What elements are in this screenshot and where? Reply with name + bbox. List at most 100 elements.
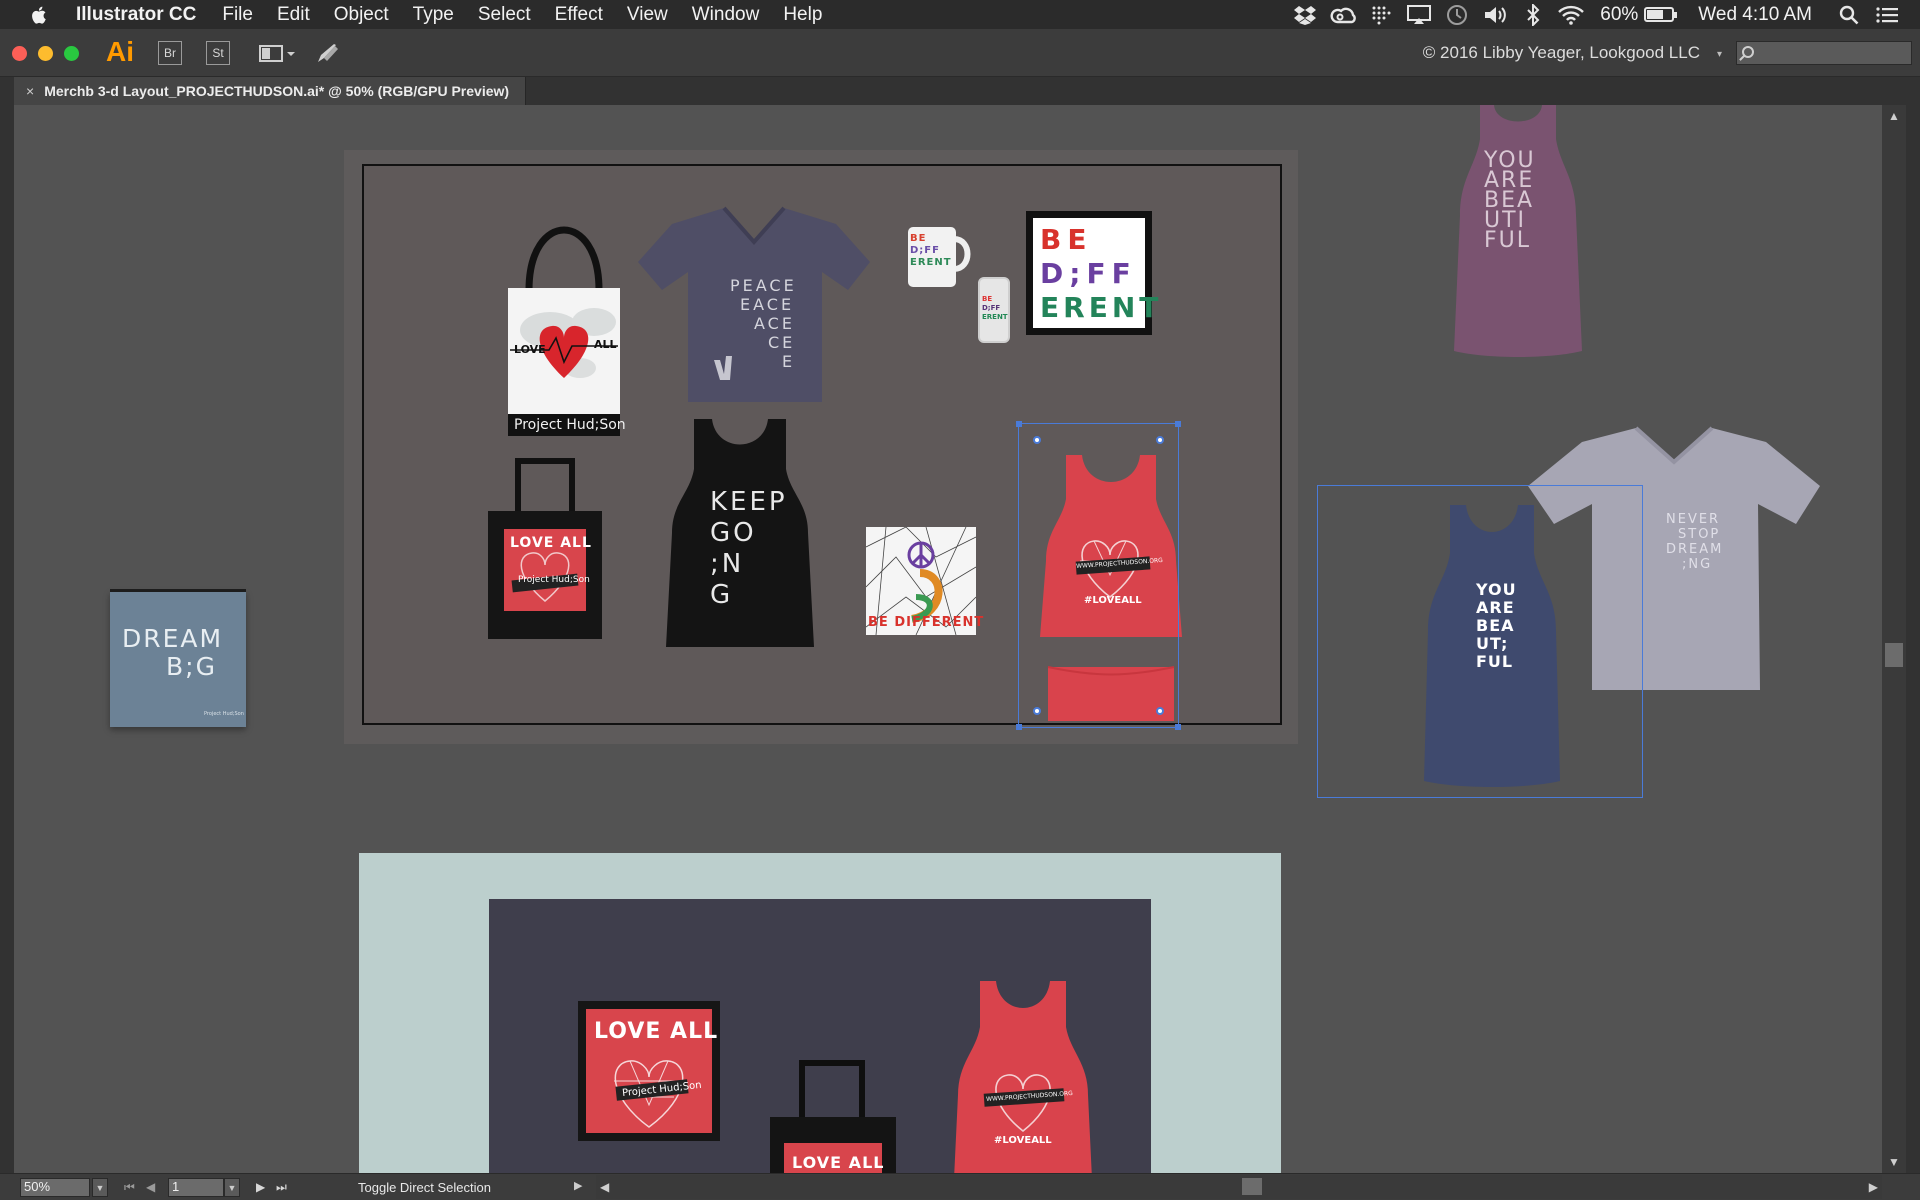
status-text[interactable]: Toggle Direct Selection [358, 1180, 491, 1195]
love-all-framed-poster[interactable]: LOVE ALL Project Hud;Son [578, 1001, 720, 1141]
grey-tee-line-1: NEVER [1666, 512, 1721, 527]
artboard-dropdown-icon[interactable]: ▼ [224, 1178, 240, 1197]
status-menu-area: 60% Wed 4:10 AM [1286, 0, 1920, 29]
workspace-dropdown-icon[interactable]: ▾ [1717, 49, 1722, 60]
wifi-icon[interactable] [1556, 4, 1586, 26]
minimize-window-button[interactable] [38, 46, 53, 61]
gpu-performance-button[interactable] [316, 41, 342, 65]
arrange-documents-button[interactable] [258, 41, 296, 65]
next-artboard-icon[interactable]: ▶ [256, 1180, 265, 1194]
horizontal-scroll-thumb[interactable] [1242, 1178, 1262, 1195]
you-are-beautiful-maroon-tank[interactable]: YOU ARE BEA UTI FUL [1450, 105, 1586, 359]
scroll-down-icon[interactable]: ▼ [1888, 1155, 1900, 1169]
maroon-tank-line-5: FUL [1484, 228, 1532, 253]
scroll-left-icon[interactable]: ◀ [600, 1180, 609, 1194]
dream-big-poster[interactable]: DREAM B;G Project Hud;Son [110, 589, 246, 727]
peace-v-neck-tee[interactable]: PEACE EACE ACE CE E [636, 202, 872, 402]
phone-text-2: D;FF [982, 304, 1001, 312]
zoom-dropdown-icon[interactable]: ▼ [92, 1178, 108, 1197]
world-heart-tote-bag[interactable]: LOVE ALL Project Hud;Son [494, 200, 634, 440]
scroll-right-icon[interactable]: ▶ [1869, 1180, 1878, 1194]
mug-text-2: D;FF [910, 245, 940, 256]
creative-cloud-icon[interactable] [1328, 4, 1358, 26]
be-different-mug[interactable]: BE D;FF ERENT [906, 223, 974, 289]
corner-widget[interactable] [1033, 707, 1041, 715]
grid-icon[interactable] [1366, 4, 1396, 26]
close-tab-icon[interactable]: × [26, 83, 34, 99]
airplay-icon[interactable] [1404, 4, 1434, 26]
ab2-love-all-tote[interactable]: LOVE ALL [768, 1055, 898, 1173]
last-artboard-icon[interactable]: ⏭ [276, 1180, 287, 1195]
keep-going-black-tank[interactable]: KEEP GO ;N G [660, 413, 820, 647]
menu-object[interactable]: Object [334, 4, 389, 26]
document-tab[interactable]: × Merchb 3-d Layout_PROJECTHUDSON.ai* @ … [14, 77, 526, 105]
phone-text-3: ERENT [982, 313, 1008, 321]
corner-widget[interactable] [1156, 436, 1164, 444]
keep-going-line-1: KEEP [710, 487, 788, 517]
menu-effect[interactable]: Effect [555, 4, 603, 26]
bluetooth-icon[interactable] [1518, 3, 1548, 26]
phone-text-1: BE [982, 295, 993, 303]
workspace-switcher[interactable]: © 2016 Libby Yeager, Lookgood LLC [1423, 43, 1700, 63]
vertical-scroll-thumb[interactable] [1885, 643, 1903, 667]
menu-window[interactable]: Window [692, 4, 760, 26]
document-tab-title: Merchb 3-d Layout_PROJECTHUDSON.ai* @ 50… [44, 83, 510, 99]
zoom-window-button[interactable] [64, 46, 79, 61]
selection-bounding-box[interactable] [1016, 421, 1181, 730]
tote-brand-text: Project Hud;Son [514, 417, 626, 433]
keep-going-line-3: ;N [710, 549, 745, 579]
battery-percent[interactable]: 60% [1600, 4, 1638, 26]
black-tote-brand: Project Hud;Son [518, 575, 590, 585]
peace-line-3: ACE [754, 314, 795, 333]
dream-big-small: Project Hud;Son [204, 711, 244, 717]
love-all-black-tote[interactable]: LOVE ALL Project Hud;Son [486, 455, 604, 641]
spotlight-icon[interactable] [1834, 4, 1864, 26]
tote-all-text: ALL [594, 338, 617, 351]
vertical-scrollbar[interactable]: ▲ ▼ [1882, 105, 1906, 1173]
canvas[interactable]: LOVE ALL Project Hud;Son PEACE EACE ACE … [14, 105, 1880, 1173]
ab2-love-all-red-tank[interactable]: WWW.PROJECTHUDSON.ORG #LOVEALL [948, 971, 1098, 1173]
apple-icon[interactable] [26, 5, 54, 25]
app-menu[interactable]: Illustrator CC [76, 4, 196, 26]
clock[interactable]: Wed 4:10 AM [1698, 4, 1812, 26]
artboard-number-field[interactable]: 1 [168, 1178, 224, 1197]
close-window-button[interactable] [12, 46, 27, 61]
selection-handle[interactable] [1016, 421, 1022, 427]
illustrator-window: Illustrator CC File Edit Object Type Sel… [0, 0, 1920, 1200]
selection-handle[interactable] [1016, 724, 1022, 730]
menu-edit[interactable]: Edit [277, 4, 310, 26]
poster-hanger [110, 589, 246, 592]
selection-handle[interactable] [1175, 724, 1181, 730]
bridge-button[interactable]: Br [158, 41, 182, 65]
corner-widget[interactable] [1033, 436, 1041, 444]
be-different-framed-poster[interactable]: BE D;FF ERENT [1026, 211, 1158, 335]
application-bar: Ai Br St © 2016 Libby Yeager, Lookgood L… [0, 29, 1920, 77]
notification-center-icon[interactable] [1872, 4, 1902, 26]
menu-help[interactable]: Help [783, 4, 822, 26]
previous-artboard-icon[interactable]: ◀ [146, 1180, 155, 1194]
peace-line-4: CE [768, 333, 796, 352]
dropbox-icon[interactable] [1290, 4, 1320, 26]
document-tab-bar: × Merchb 3-d Layout_PROJECTHUDSON.ai* @ … [0, 77, 1920, 105]
status-menu-icon[interactable]: ▶ [574, 1179, 582, 1192]
horizontal-scrollbar[interactable]: ◀ ▶ [596, 1175, 1882, 1199]
battery-icon[interactable] [1644, 7, 1678, 22]
scroll-up-icon[interactable]: ▲ [1888, 109, 1900, 123]
menu-file[interactable]: File [222, 4, 253, 26]
menu-type[interactable]: Type [413, 4, 454, 26]
dream-big-line-2: B;G [166, 652, 217, 681]
volume-icon[interactable] [1480, 4, 1510, 26]
group-selection-box[interactable] [1317, 485, 1643, 798]
menu-select[interactable]: Select [478, 4, 531, 26]
menu-view[interactable]: View [627, 4, 668, 26]
be-different-art-card[interactable]: BE DIFFERENT [866, 527, 983, 635]
right-panel-edge [1906, 105, 1920, 1200]
search-adobe-stock-input[interactable] [1736, 41, 1912, 65]
be-different-phone-case[interactable]: BE D;FF ERENT [978, 277, 1010, 343]
corner-widget[interactable] [1156, 707, 1164, 715]
stock-button[interactable]: St [206, 41, 230, 65]
time-machine-icon[interactable] [1442, 4, 1472, 26]
selection-handle[interactable] [1175, 421, 1181, 427]
first-artboard-icon[interactable]: ⏮ [124, 1180, 135, 1195]
zoom-level-field[interactable]: 50% [20, 1178, 90, 1197]
